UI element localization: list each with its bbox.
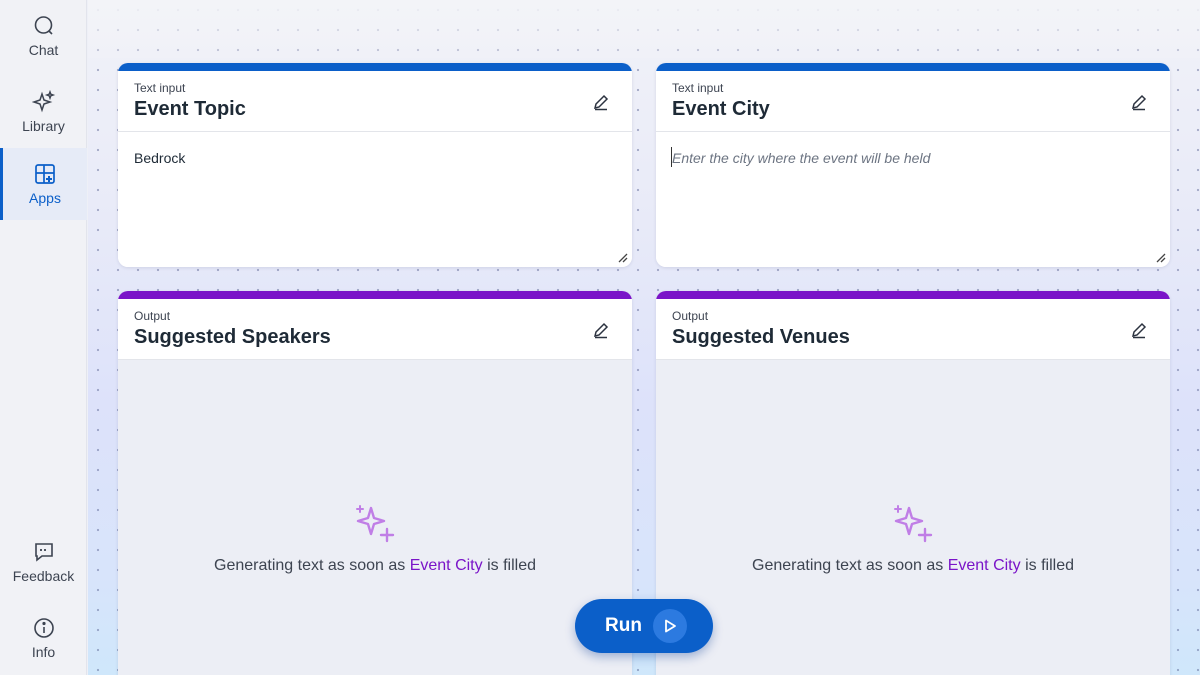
card-kind-label: Output [672,309,709,323]
sidebar-item-chat[interactable]: Chat [0,0,87,72]
edit-icon[interactable] [1130,321,1148,339]
feedback-icon [34,543,53,562]
edit-icon[interactable] [1130,93,1148,111]
generating-status-text: Generating text as soon as Event City is… [752,557,1074,574]
card-suggested-speakers: Output Suggested Speakers Generating tex… [118,291,632,675]
dependency-field-name: Event City [947,557,1021,574]
ai-sparkle-icon [894,505,933,543]
event-topic-input[interactable]: Bedrock [118,132,632,267]
event-city-input[interactable]: Enter the city where the event will be h… [656,132,1170,267]
edit-icon[interactable] [592,321,610,339]
info-icon [33,618,54,638]
card-kind-label: Text input [672,81,724,95]
event-city-placeholder: Enter the city where the event will be h… [672,150,931,166]
event-topic-value: Bedrock [134,150,186,166]
resize-grip-icon[interactable] [616,251,628,263]
sidebar-item-label: Apps [29,190,61,206]
card-suggested-venues: Output Suggested Venues Generating text … [656,291,1170,675]
sidebar-item-label: Feedback [12,568,75,584]
sidebar-item-library[interactable]: Library [0,76,87,148]
sparkle-icon [31,90,55,113]
ai-sparkle-icon [356,505,395,543]
card-title: Event City [672,98,770,120]
run-button-label: Run [605,615,642,636]
suggested-speakers-output: Generating text as soon as Event City is… [118,360,632,675]
card-title: Suggested Venues [672,326,850,348]
edit-icon[interactable] [592,93,610,111]
resize-grip-icon[interactable] [1154,251,1166,263]
suggested-venues-output: Generating text as soon as Event City is… [656,360,1170,675]
sidebar-item-label: Library [22,118,65,134]
sidebar-item-feedback[interactable]: Feedback [0,526,87,598]
sidebar-item-label: Info [31,644,56,660]
card-kind-label: Output [134,309,171,323]
card-event-city: Text input Event City Enter the city whe… [656,63,1170,267]
sidebar-item-label: Chat [28,42,59,58]
chat-icon [34,16,53,35]
sidebar-item-apps[interactable]: Apps [0,148,87,220]
play-icon [653,609,687,643]
sidebar-item-info[interactable]: Info [0,602,87,674]
dependency-field-name: Event City [409,557,483,574]
card-title: Suggested Speakers [134,326,331,348]
apps-icon [35,164,55,184]
generating-status-text: Generating text as soon as Event City is… [214,557,536,574]
card-title: Event Topic [134,98,246,120]
card-kind-label: Text input [134,81,186,95]
card-event-topic: Text input Event Topic Bedrock [118,63,632,267]
run-button[interactable]: Run [575,599,713,653]
sidebar: Chat Library Apps Feedback Info [0,0,87,675]
